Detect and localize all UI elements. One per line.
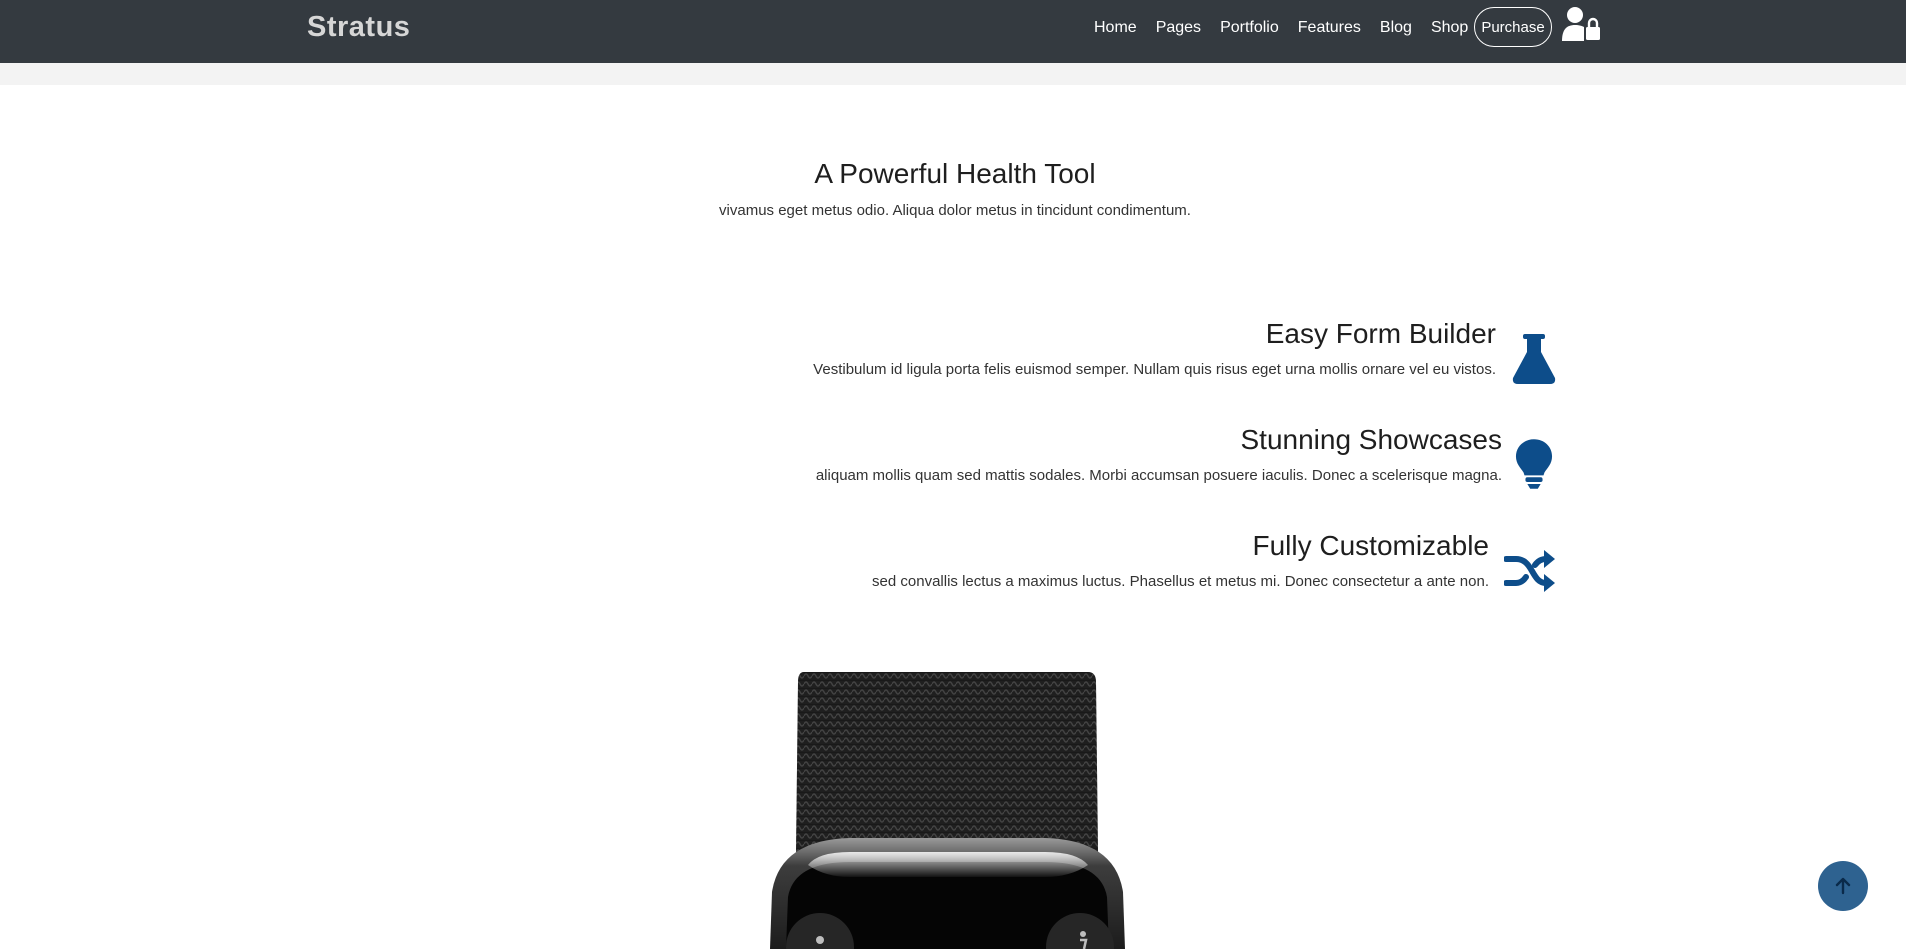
brand-logo[interactable]: Stratus [307,11,410,44]
feature-description: aliquam mollis quam sed mattis sodales. … [815,467,1502,484]
back-to-top-button[interactable] [1818,861,1868,911]
nav-link-portfolio[interactable]: Portfolio [1220,19,1279,37]
nav-link-shop[interactable]: Shop [1431,19,1468,37]
feature-item-customizable: Fully Customizable sed convallis lectus … [640,530,1489,600]
feature-title: Fully Customizable [1252,530,1489,561]
nav-links: Home Pages Portfolio Features Blog Shop [1094,0,1487,55]
flask-icon [1512,334,1556,384]
arrow-up-icon [1835,877,1851,895]
user-lock-icon[interactable] [1561,5,1603,41]
feature-description: Vestibulum id ligula porta felis euismod… [813,361,1496,378]
feature-title: Stunning Showcases [1240,424,1502,455]
smartwatch-image [770,672,1125,949]
feature-item-form-builder: Easy Form Builder Vestibulum id ligula p… [640,318,1496,388]
feature-description: sed convallis lectus a maximus luctus. P… [872,573,1489,590]
shuffle-icon [1504,550,1555,592]
navbar: Stratus Home Pages Portfolio Features Bl… [0,0,1906,63]
feature-item-showcases: Stunning Showcases aliquam mollis quam s… [640,424,1502,494]
feature-title: Easy Form Builder [1265,318,1496,349]
nav-link-blog[interactable]: Blog [1380,19,1412,37]
nav-link-home[interactable]: Home [1094,19,1137,37]
lightbulb-icon [1515,439,1553,489]
section-divider-band [0,63,1906,85]
purchase-button[interactable]: Purchase [1474,7,1552,47]
section-title: A Powerful Health Tool [814,158,1096,189]
nav-link-pages[interactable]: Pages [1156,19,1201,37]
nav-link-features[interactable]: Features [1298,19,1361,37]
section-subtitle: vivamus eget metus odio. Aliqua dolor me… [719,202,1191,219]
